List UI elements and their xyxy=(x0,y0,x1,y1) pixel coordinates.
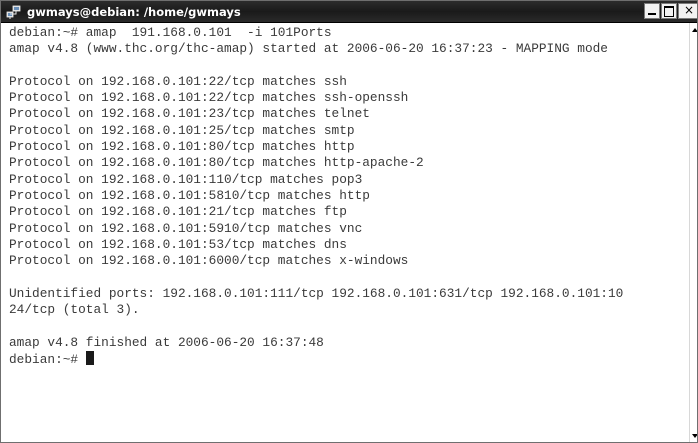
maximize-button[interactable] xyxy=(661,3,677,19)
terminal-line: Protocol on 192.168.0.101:21/tcp matches… xyxy=(9,204,347,220)
terminal-line: Protocol on 192.168.0.101:53/tcp matches… xyxy=(9,236,347,252)
window-title: gwmays@debian: /home/gwmays xyxy=(27,5,241,19)
terminal-line: debian:~# amap 191.168.0.101 -i 101Ports xyxy=(9,25,332,40)
terminal-window: gwmays@debian: /home/gwmays × debian:~# … xyxy=(0,0,698,443)
terminal-line: Protocol on 192.168.0.101:5810/tcp match… xyxy=(9,187,370,203)
terminal-line: Protocol on 192.168.0.101:22/tcp matches… xyxy=(9,73,347,89)
terminal-line: Protocol on 192.168.0.101:22/tcp matches… xyxy=(9,90,409,106)
terminal-line: 24/tcp (total 3). xyxy=(9,302,140,318)
minimize-button[interactable] xyxy=(644,3,660,19)
close-button[interactable]: × xyxy=(678,3,697,19)
maximize-icon xyxy=(664,6,674,17)
terminal-line: Unidentified ports: 192.168.0.101:111/tc… xyxy=(9,285,624,301)
terminal-line: amap v4.8 finished at 2006-06-20 16:37:4… xyxy=(9,334,324,350)
shell-prompt: debian:~# xyxy=(9,351,86,367)
terminal-line: amap v4.8 (www.thc.org/thc-amap) started… xyxy=(9,41,608,57)
arrow-up-icon[interactable] xyxy=(691,25,698,35)
terminal-line: Protocol on 192.168.0.101:6000/tcp match… xyxy=(9,253,409,269)
terminal-line: Protocol on 192.168.0.101:110/tcp matche… xyxy=(9,171,363,187)
terminal-line: Protocol on 192.168.0.101:23/tcp matches… xyxy=(9,106,370,122)
vertical-scrollbar[interactable] xyxy=(689,23,698,442)
terminal-line: Protocol on 192.168.0.101:25/tcp matches… xyxy=(9,122,355,138)
terminal-line: Protocol on 192.168.0.101:80/tcp matches… xyxy=(9,155,424,171)
arrow-down-icon[interactable] xyxy=(691,431,698,441)
terminal-line: Protocol on 192.168.0.101:80/tcp matches… xyxy=(9,139,355,155)
network-computers-icon xyxy=(6,5,21,19)
minimize-icon xyxy=(648,13,656,15)
terminal-output[interactable]: debian:~# amap 191.168.0.101 -i 101Ports… xyxy=(1,23,689,442)
prompt-line[interactable]: debian:~# xyxy=(9,350,689,367)
close-icon: × xyxy=(683,3,695,17)
terminal-line: Protocol on 192.168.0.101:5910/tcp match… xyxy=(9,220,363,236)
title-bar[interactable]: gwmays@debian: /home/gwmays × xyxy=(1,1,697,23)
text-cursor xyxy=(85,350,94,365)
